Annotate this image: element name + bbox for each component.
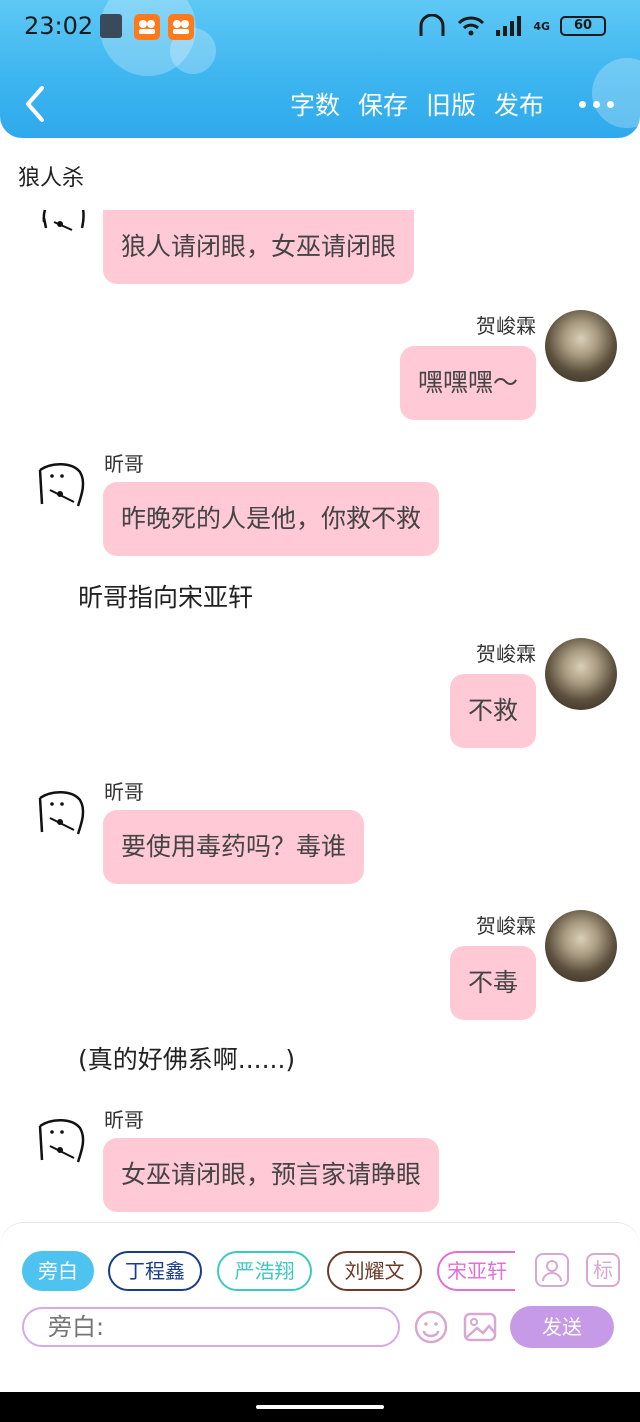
sketch-avatar bbox=[38, 463, 85, 507]
header-decoration bbox=[592, 58, 640, 128]
chat-title: 狼人杀 bbox=[18, 166, 85, 191]
app-notification-icon bbox=[134, 14, 160, 40]
user-avatar bbox=[545, 910, 617, 982]
status-bar: 23:02 4G 60 bbox=[0, 0, 640, 56]
marker-icon[interactable]: 标 bbox=[586, 1253, 620, 1287]
chat-bubble[interactable]: 要使用毒药吗？毒谁 bbox=[103, 810, 365, 884]
sketch-avatar bbox=[38, 791, 85, 835]
role-chip-narrator[interactable]: 旁白 bbox=[22, 1251, 94, 1291]
role-chip[interactable]: 严浩翔 bbox=[217, 1251, 312, 1291]
battery-indicator: 60 bbox=[560, 16, 606, 36]
sketch-avatar bbox=[42, 210, 85, 231]
user-avatar bbox=[545, 638, 617, 710]
save-button[interactable]: 保存 bbox=[358, 86, 408, 122]
role-chip[interactable]: 刘耀文 bbox=[327, 1251, 422, 1291]
emoji-icon[interactable] bbox=[413, 1309, 449, 1345]
sketch-avatar bbox=[38, 1119, 85, 1163]
app-header: 23:02 4G 60 字数 保存 旧版 发布 bbox=[0, 0, 640, 138]
chat-bubble[interactable]: 狼人请闭眼，女巫请闭眼 bbox=[103, 210, 415, 284]
chat-bubble[interactable]: 女巫请闭眼，预言家请睁眼 bbox=[103, 1138, 440, 1212]
image-icon[interactable] bbox=[462, 1309, 498, 1345]
chat-bubble[interactable]: 昨晚死的人是他，你救不救 bbox=[103, 482, 440, 556]
publish-button[interactable]: 发布 bbox=[494, 86, 544, 122]
role-chip[interactable]: 丁程鑫 bbox=[108, 1251, 202, 1291]
chat-bubble[interactable]: 不毒 bbox=[449, 946, 536, 1020]
status-time: 23:02 bbox=[24, 12, 94, 40]
chat-bubble[interactable]: 不救 bbox=[449, 674, 536, 748]
role-chip[interactable]: 宋亚轩 bbox=[437, 1251, 515, 1291]
sender-name: 昕哥 bbox=[104, 1108, 144, 1132]
sender-name: 昕哥 bbox=[104, 780, 144, 804]
status-indicators: 4G 60 bbox=[417, 14, 606, 38]
system-nav-bar bbox=[0, 1392, 640, 1422]
network-type: 4G bbox=[533, 19, 550, 33]
message-input[interactable] bbox=[22, 1307, 400, 1347]
sender-name: 贺峻霖 bbox=[476, 642, 536, 666]
header-actions: 字数 保存 旧版 发布 bbox=[290, 86, 544, 122]
headphones-icon bbox=[419, 14, 445, 36]
narration-text: 昕哥指向宋亚轩 bbox=[78, 583, 254, 612]
user-avatar bbox=[545, 310, 617, 382]
send-button[interactable]: 发送 bbox=[510, 1306, 614, 1348]
wifi-icon bbox=[458, 16, 485, 36]
more-options-icon[interactable] bbox=[579, 101, 614, 108]
back-icon[interactable] bbox=[22, 84, 48, 124]
app-notification-icon bbox=[168, 14, 194, 40]
old-version-button[interactable]: 旧版 bbox=[426, 86, 476, 122]
chat-area[interactable]: 狼人请闭眼，女巫请闭眼 贺峻霖 嘿嘿嘿～ 昕哥 昨晚死的人是他，你救不救 昕哥指… bbox=[0, 210, 640, 1222]
chat-bubble[interactable]: 嘿嘿嘿～ bbox=[399, 346, 536, 420]
add-role-icon[interactable] bbox=[535, 1253, 569, 1287]
sender-name: 昕哥 bbox=[104, 452, 144, 476]
home-indicator[interactable] bbox=[256, 1405, 384, 1409]
sender-name: 贺峻霖 bbox=[476, 914, 536, 938]
signal-icon bbox=[496, 16, 522, 36]
sender-name: 贺峻霖 bbox=[476, 314, 536, 338]
narration-text: (真的好佛系啊......) bbox=[78, 1045, 296, 1074]
word-count-button[interactable]: 字数 bbox=[290, 86, 340, 122]
notes-icon bbox=[100, 14, 122, 38]
